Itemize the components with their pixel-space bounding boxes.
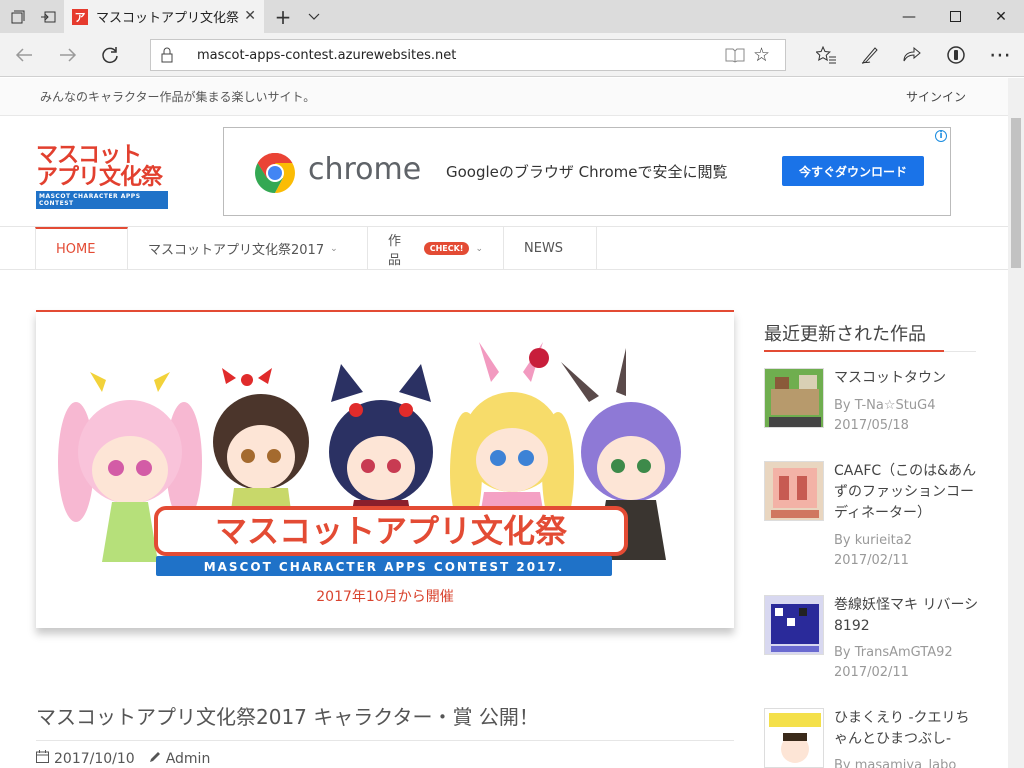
address-bar[interactable]: mascot-apps-contest.azurewebsites.net ☆ — [150, 39, 786, 71]
refresh-icon[interactable] — [88, 33, 132, 77]
site-favicon-icon: ア — [72, 8, 88, 25]
app-thumbnail[interactable] — [764, 461, 824, 521]
site-logo[interactable]: マスコット アプリ文化祭 MASCOT CHARACTER APPS CONTE… — [36, 145, 170, 209]
back-icon[interactable] — [2, 33, 46, 77]
more-menu-icon[interactable]: ⋯ — [978, 33, 1022, 77]
calendar-icon — [36, 750, 49, 767]
favorite-star-icon[interactable]: ☆ — [753, 44, 770, 66]
chrome-logo-icon — [252, 150, 298, 200]
site-tagline: みんなのキャラクター作品が集まる楽しいサイト。 — [40, 90, 316, 104]
menu-contest-label: マスコットアプリ文化祭2017 — [148, 243, 325, 258]
scrollbar-thumb[interactable] — [1011, 118, 1021, 268]
chevron-down-icon: ⌄ — [330, 243, 338, 254]
menu-home-label: HOME — [56, 242, 96, 257]
item-title[interactable]: マスコットタウン — [834, 368, 980, 389]
menu-works[interactable]: 作品 CHECK! ⌄ — [368, 227, 504, 270]
reading-view-icon[interactable] — [725, 47, 745, 67]
ad-brand: chrome — [308, 152, 422, 187]
menu-contest-2017[interactable]: マスコットアプリ文化祭2017 ⌄ — [128, 227, 368, 270]
tab-title: マスコットアプリ文化祭 — [96, 11, 240, 26]
app-thumbnail[interactable] — [764, 708, 824, 768]
hero-banner[interactable]: マスコットアプリ文化祭 MASCOT CHARACTER APPS CONTES… — [36, 310, 734, 628]
logo-subtitle: MASCOT CHARACTER APPS CONTEST — [36, 191, 168, 209]
favorites-hub-icon[interactable] — [804, 33, 848, 77]
forward-icon[interactable] — [46, 33, 90, 77]
menu-news[interactable]: NEWS — [504, 227, 597, 270]
chrome-ad-banner[interactable]: chrome Googleのブラウザ Chromeで安全に閲覧 今すぐダウンロー… — [223, 127, 951, 216]
tab-manager-icon[interactable] — [4, 0, 32, 33]
active-tab[interactable]: ア マスコットアプリ文化祭 ✕ — [64, 0, 264, 33]
web-page: みんなのキャラクター作品が集まる楽しいサイト。 サインイン マスコット アプリ文… — [0, 78, 1008, 768]
browser-nav-bar: mascot-apps-contest.azurewebsites.net ☆ … — [0, 33, 1024, 77]
check-badge: CHECK! — [423, 242, 470, 255]
extension-icon[interactable] — [934, 33, 978, 77]
item-date: 2017/02/11 — [834, 665, 909, 680]
app-thumbnail[interactable] — [764, 368, 824, 428]
set-aside-tabs-icon[interactable] — [34, 0, 62, 33]
top-strip: みんなのキャラクター作品が集まる楽しいサイト。 サインイン — [0, 78, 1008, 116]
item-author: By T-Na☆StuG4 — [834, 398, 936, 413]
new-tab-button[interactable]: + — [270, 0, 296, 33]
post-title[interactable]: マスコットアプリ文化祭2017 キャラクター・賞 公開！ — [36, 701, 539, 730]
menu-works-label: 作品 — [388, 233, 402, 268]
post-author[interactable]: Admin — [166, 751, 211, 767]
item-author: By masamiya_labo — [834, 758, 957, 768]
ad-info-icon[interactable]: i — [935, 130, 947, 142]
close-tab-icon[interactable]: ✕ — [244, 8, 256, 24]
post-divider — [36, 740, 734, 741]
sidebar-title-rule — [944, 351, 976, 352]
item-title[interactable]: 巻線妖怪マキ リバーシ 8192 — [834, 595, 980, 637]
app-thumbnail[interactable] — [764, 595, 824, 655]
signin-link[interactable]: サインイン — [906, 88, 966, 105]
hero-caption[interactable]: 2017年10月から開催 — [36, 586, 734, 606]
logo-line2: アプリ文化祭 — [36, 165, 163, 190]
menu-home[interactable]: HOME — [35, 227, 128, 270]
post-date: 2017/10/10 — [54, 750, 135, 767]
minimize-button[interactable]: — — [886, 0, 932, 33]
notes-pen-icon[interactable] — [848, 33, 892, 77]
maximize-button[interactable] — [932, 0, 978, 33]
item-author: By kurieita2 — [834, 533, 913, 548]
main-menu: HOME マスコットアプリ文化祭2017 ⌄ 作品 CHECK! ⌄ NEWS — [0, 226, 1008, 270]
item-author: By TransAmGTA92 — [834, 645, 953, 660]
menu-news-label: NEWS — [524, 241, 564, 256]
close-window-button[interactable]: ✕ — [978, 0, 1024, 33]
url-text[interactable]: mascot-apps-contest.azurewebsites.net — [197, 48, 456, 63]
lock-icon[interactable] — [161, 47, 173, 67]
browser-tab-bar: ア マスコットアプリ文化祭 ✕ + — ✕ — [0, 0, 1024, 33]
hero-title-art: マスコットアプリ文化祭 — [215, 512, 568, 550]
item-title[interactable]: CAAFC（このは&あんずのファッションコーディネーター） — [834, 461, 980, 524]
post-meta: 2017/10/10 Admin — [36, 750, 210, 767]
logo-line1: マスコット — [36, 143, 142, 168]
hero-subtitle-art: MASCOT CHARACTER APPS CONTEST 2017. — [204, 560, 565, 574]
sidebar-title-underline — [764, 350, 944, 352]
ad-text: Googleのブラウザ Chromeで安全に閲覧 — [446, 163, 728, 181]
item-date: 2017/02/11 — [834, 553, 909, 568]
mascot-characters-illustration: マスコットアプリ文化祭 MASCOT CHARACTER APPS CONTES… — [58, 342, 681, 576]
chevron-down-icon: ⌄ — [475, 243, 483, 254]
item-title[interactable]: ひまくえり -クエリちゃんとひまつぶし- — [834, 708, 980, 750]
share-icon[interactable] — [890, 33, 934, 77]
tab-preview-chevron-icon[interactable] — [302, 0, 326, 33]
page-scrollbar[interactable] — [1008, 78, 1024, 768]
pencil-icon — [149, 751, 161, 767]
ad-download-button[interactable]: 今すぐダウンロード — [782, 156, 924, 186]
item-date: 2017/05/18 — [834, 418, 909, 433]
sidebar-title: 最近更新された作品 — [764, 324, 926, 345]
